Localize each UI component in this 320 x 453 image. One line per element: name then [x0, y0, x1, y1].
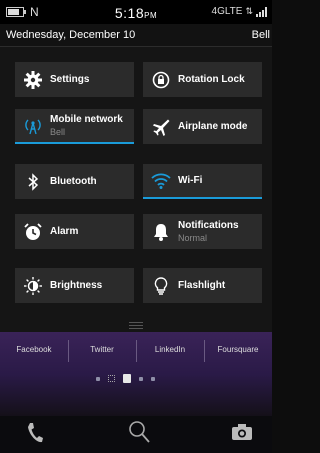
- search-icon[interactable]: [128, 420, 150, 449]
- phone-icon[interactable]: [26, 422, 44, 449]
- airplane-mode-tile[interactable]: Airplane mode: [143, 109, 262, 144]
- wifi-tile[interactable]: Wi-Fi: [143, 164, 262, 199]
- brightness-icon: [15, 268, 50, 303]
- home-screen: Facebook Twitter LinkedIn Foursquare: [0, 332, 272, 453]
- camera-icon[interactable]: [231, 423, 253, 446]
- page-indicator[interactable]: [96, 374, 155, 383]
- flashlight-tile[interactable]: Flashlight: [143, 268, 262, 303]
- bluetooth-tile[interactable]: Bluetooth: [15, 164, 134, 199]
- alarm-tile[interactable]: Alarm: [15, 214, 134, 249]
- alarm-label: Alarm: [50, 226, 79, 237]
- lightbulb-icon: [143, 268, 178, 303]
- app-facebook[interactable]: Facebook: [0, 345, 68, 354]
- notifications-sub: Normal: [178, 233, 208, 243]
- notifications-tile[interactable]: Notifications Normal: [143, 214, 262, 249]
- airplane-icon: [143, 109, 178, 144]
- data-arrows-icon: ⇅: [245, 6, 253, 16]
- grid-page-dot[interactable]: [108, 375, 115, 382]
- drag-handle[interactable]: [129, 322, 143, 331]
- app-divider: [68, 340, 69, 362]
- notifications-label: Notifications: [178, 220, 239, 231]
- wifi-icon: [143, 163, 178, 198]
- wifi-label: Wi-Fi: [178, 175, 203, 186]
- airplane-mode-label: Airplane mode: [178, 121, 248, 132]
- brightness-label: Brightness: [50, 280, 103, 291]
- alarm-clock-icon: [15, 214, 50, 249]
- bluetooth-label: Bluetooth: [50, 176, 97, 187]
- mobile-network-label: Mobile network: [50, 114, 123, 125]
- rotation-lock-icon: [143, 62, 178, 97]
- network-type: 4GLTE: [211, 6, 243, 17]
- page-dot[interactable]: [151, 376, 155, 381]
- flashlight-label: Flashlight: [178, 280, 226, 291]
- brightness-tile[interactable]: Brightness: [15, 268, 134, 303]
- date-text: Wednesday, December 10: [6, 29, 136, 41]
- app-divider: [136, 340, 137, 362]
- rotation-lock-label: Rotation Lock: [178, 74, 245, 85]
- app-foursquare[interactable]: Foursquare: [204, 345, 272, 354]
- page-dot[interactable]: [139, 376, 143, 381]
- carrier-text: Bell: [251, 29, 270, 41]
- mobile-network-tile[interactable]: Mobile network Bell: [15, 109, 134, 144]
- current-page-dot[interactable]: [123, 374, 131, 383]
- mobile-network-sub: Bell: [50, 127, 66, 137]
- cell-tower-icon: [15, 108, 50, 143]
- dock: [0, 416, 272, 453]
- quick-settings-panel: Settings Rotation Lock Mobile network Be…: [0, 47, 272, 332]
- page-dot[interactable]: [96, 376, 100, 381]
- signal-icon: [256, 7, 267, 17]
- app-twitter[interactable]: Twitter: [68, 345, 136, 354]
- app-divider: [204, 340, 205, 362]
- settings-label: Settings: [50, 74, 90, 85]
- status-bar: N 5:18PM 4GLTE ⇅: [0, 0, 272, 24]
- settings-tile[interactable]: Settings: [15, 62, 134, 97]
- date-row: Wednesday, December 10 Bell: [0, 24, 272, 47]
- gear-icon: [15, 62, 50, 97]
- app-linkedin[interactable]: LinkedIn: [136, 345, 204, 354]
- bluetooth-icon: [15, 164, 50, 199]
- rotation-lock-tile[interactable]: Rotation Lock: [143, 62, 262, 97]
- bell-icon: [143, 214, 178, 249]
